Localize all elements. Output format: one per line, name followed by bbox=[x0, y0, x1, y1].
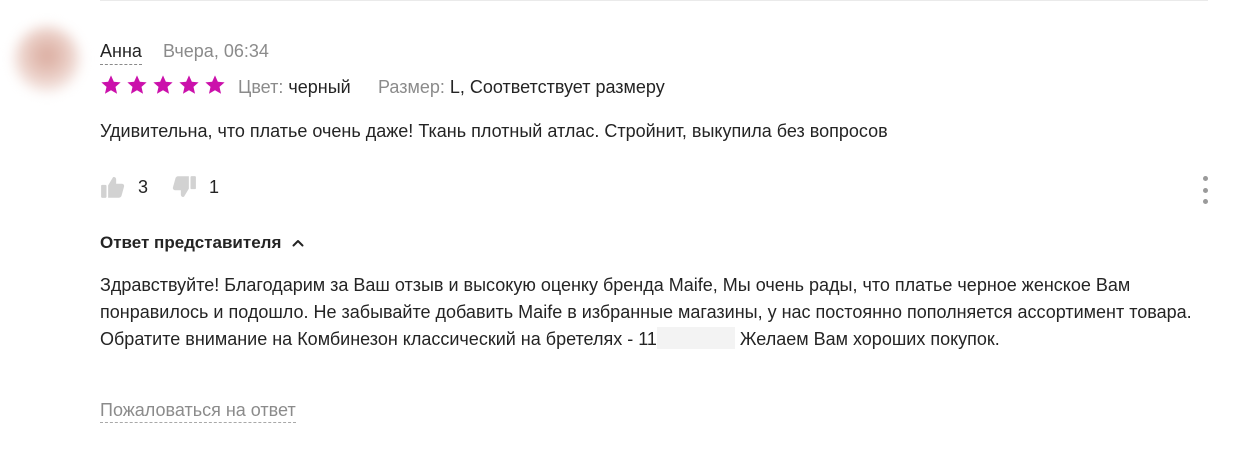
reply-toggle[interactable]: Ответ представителя bbox=[100, 232, 305, 254]
dislike-count: 1 bbox=[209, 177, 220, 197]
thumbs-up-icon bbox=[101, 177, 125, 198]
author-name[interactable]: Анна bbox=[100, 40, 142, 65]
attribute-size: Размер: L, Соответствует размеру bbox=[378, 76, 665, 98]
chevron-up-icon bbox=[292, 240, 304, 247]
dislike-button[interactable]: 1 bbox=[171, 174, 219, 200]
review-text: Удивительна, что платье очень даже! Ткан… bbox=[100, 121, 888, 141]
attribute-color: Цвет: черный bbox=[238, 76, 351, 98]
reply-text: Здравствуйте! Благодарим за Ваш отзыв и … bbox=[100, 272, 1200, 353]
star-icon bbox=[127, 75, 147, 94]
star-icon bbox=[101, 75, 121, 94]
reply-text-main: Здравствуйте! Благодарим за Ваш отзыв и … bbox=[100, 275, 1192, 349]
dot bbox=[1202, 199, 1208, 204]
attribute-label: Размер: bbox=[378, 77, 445, 97]
reply-title: Ответ представителя bbox=[100, 233, 282, 252]
rating-stars bbox=[100, 74, 226, 96]
star-icon bbox=[179, 75, 199, 94]
more-vertical-icon[interactable] bbox=[1196, 176, 1214, 204]
thumbs-down-icon bbox=[172, 176, 196, 197]
star-icon bbox=[205, 75, 225, 94]
attribute-value: L, Соответствует размеру bbox=[449, 77, 665, 97]
top-divider bbox=[100, 0, 1208, 1]
complain-link[interactable]: Пожаловаться на ответ bbox=[100, 399, 296, 423]
like-button[interactable]: 3 bbox=[100, 174, 148, 200]
star-icon bbox=[153, 75, 173, 94]
reply-text-end: Желаем Вам хороших покупок. bbox=[739, 329, 1000, 349]
redacted-article-number bbox=[656, 327, 735, 349]
avatar bbox=[14, 26, 80, 92]
attribute-value: черный bbox=[288, 77, 351, 97]
like-count: 3 bbox=[138, 177, 149, 197]
attribute-label: Цвет: bbox=[238, 77, 284, 97]
review-date: Вчера, 06:34 bbox=[163, 41, 269, 61]
dot bbox=[1202, 187, 1208, 193]
dot bbox=[1202, 176, 1208, 181]
